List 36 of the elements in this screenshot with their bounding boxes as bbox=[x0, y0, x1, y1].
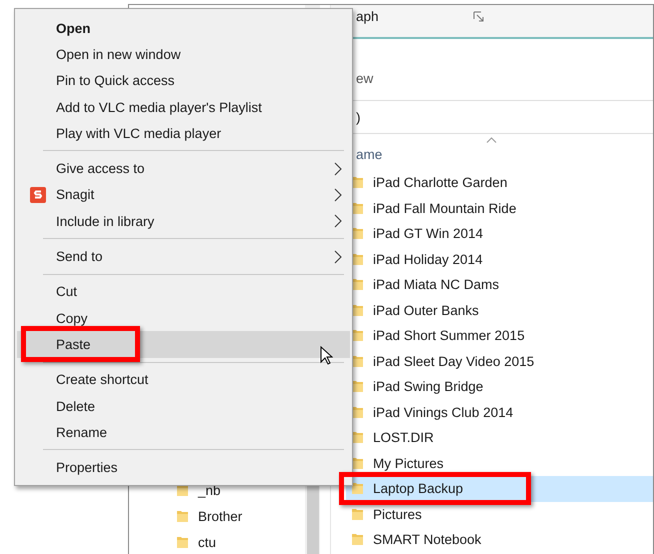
ribbon-label: ew bbox=[356, 71, 374, 86]
column-header[interactable]: ame bbox=[356, 147, 382, 162]
folder-icon bbox=[352, 202, 363, 214]
nav-item[interactable]: Brother bbox=[129, 503, 305, 529]
ribbon-tab[interactable]: aph bbox=[356, 9, 379, 24]
folder-icon bbox=[352, 228, 363, 240]
menu-item[interactable]: Open bbox=[17, 15, 350, 42]
address-text: ) bbox=[356, 110, 360, 124]
folder-icon bbox=[352, 508, 363, 520]
file-row[interactable]: Pictures bbox=[346, 502, 653, 527]
menu-item[interactable]: Play with VLC media player bbox=[17, 120, 350, 146]
folder-icon bbox=[352, 177, 363, 188]
snagit-icon bbox=[30, 186, 46, 203]
file-row[interactable]: SMART Notebook bbox=[346, 527, 653, 552]
menu-item[interactable]: Paste bbox=[17, 331, 350, 358]
folder-icon bbox=[352, 304, 363, 316]
menu-item[interactable]: Pin to Quick access bbox=[17, 68, 350, 94]
folder-icon bbox=[352, 279, 363, 290]
folder-icon bbox=[352, 458, 363, 469]
menu-item[interactable]: Open in new window bbox=[17, 41, 350, 68]
nav-item[interactable]: ctu bbox=[129, 529, 305, 554]
menu-item[interactable]: Add to VLC media player's Playlist bbox=[17, 94, 350, 120]
folder-icon bbox=[352, 534, 363, 546]
mouse-pointer-icon bbox=[320, 346, 333, 365]
folder-icon bbox=[177, 536, 188, 548]
file-row[interactable]: Laptop Backup bbox=[346, 476, 653, 502]
folder-icon bbox=[352, 330, 363, 342]
folder-icon bbox=[352, 356, 363, 367]
dialog-launcher-icon[interactable] bbox=[472, 11, 484, 22]
folder-icon bbox=[352, 381, 363, 392]
folder-icon bbox=[352, 432, 363, 444]
folder-icon bbox=[352, 406, 363, 418]
folder-icon bbox=[352, 483, 363, 494]
folder-icon bbox=[352, 254, 363, 265]
sort-caret-icon bbox=[486, 137, 497, 143]
folder-icon bbox=[177, 510, 188, 522]
